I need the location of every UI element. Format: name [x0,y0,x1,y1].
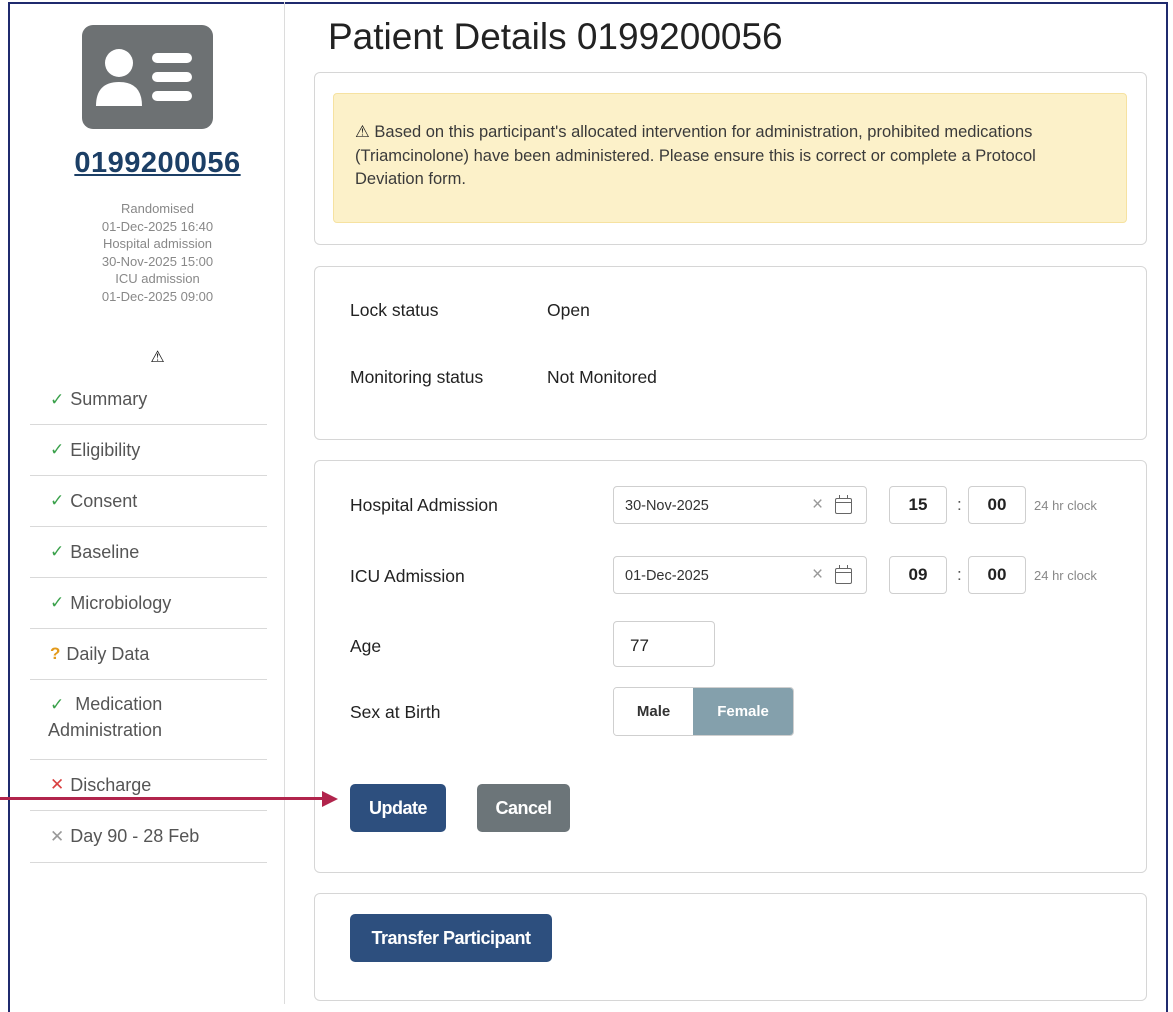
sidebar-item-label: Day 90 - 28 Feb [70,826,200,846]
sidebar-item-medication-administration[interactable]: ✓ Medication Administration [30,680,267,760]
randomised-date: 01-Dec-2025 16:40 [101,218,214,234]
sidebar-item-day-90[interactable]: ✕ Day 90 - 28 Feb [30,811,267,863]
update-button[interactable]: Update [350,784,446,832]
check-icon: ✓ [50,695,65,714]
sidebar-item-eligibility[interactable]: ✓ Eligibility [30,425,267,476]
icu-admission-label: ICU Admission [350,566,465,586]
sex-option-female[interactable]: Female [693,688,793,735]
icu-date-input[interactable]: 01-Dec-2025 × [613,556,867,594]
age-input[interactable]: 77 [613,621,715,667]
annotation-arrow-head [322,791,338,807]
question-icon: ? [50,644,61,663]
hospital-date-input[interactable]: 30-Nov-2025 × [613,486,867,524]
sidebar-item-label: Consent [70,490,138,511]
icu-date-value: 01-Dec-2025 [625,568,709,584]
patient-card-icon [82,25,213,129]
calendar-icon[interactable] [835,565,852,584]
sidebar-item-summary[interactable]: ✓ Summary [30,375,267,425]
time-separator: : [957,495,962,514]
protocol-deviation-alert: ⚠ Based on this participant's allocated … [333,93,1127,223]
sidebar-item-label-line2: Administration [48,720,163,740]
clear-icon[interactable]: × [812,494,823,516]
hospital-admission-label: Hospital admission [102,236,213,251]
participant-meta: Randomised 01-Dec-2025 16:40 Hospital ad… [30,200,285,305]
check-icon: ✓ [50,593,65,612]
sidebar-item-daily-data[interactable]: ? Daily Data [30,629,267,680]
sidebar-item-discharge[interactable]: ✕ Discharge [30,760,267,811]
clock-hint: 24 hr clock [1034,568,1097,583]
annotation-arrow-line [0,797,325,800]
cross-icon: ✕ [50,826,65,846]
icu-admission-label: ICU admission [115,271,200,286]
sidebar-item-label: Microbiology [70,592,172,613]
sidebar-item-baseline[interactable]: ✓ Baseline [30,527,267,578]
cross-icon: ✕ [50,775,65,794]
icu-hour-input[interactable]: 09 [889,556,947,594]
time-separator: : [957,565,962,584]
hospital-minute-input[interactable]: 00 [968,486,1026,524]
sidebar: 0199200056 Randomised 01-Dec-2025 16:40 … [30,2,285,1004]
contact-card-icon [96,49,192,106]
monitoring-status-label: Monitoring status [350,367,484,387]
check-icon: ✓ [50,440,65,459]
clock-hint: 24 hr clock [1034,498,1097,513]
sidebar-item-label: Summary [70,389,148,409]
alert-text: Based on this participant's allocated in… [355,123,1036,188]
sex-at-birth-toggle: Male Female [613,687,794,736]
randomised-label: Randomised [121,201,194,216]
calendar-icon[interactable] [835,495,852,514]
age-label: Age [350,636,382,656]
sidebar-nav: ✓ Summary ✓ Eligibility ✓ Consent ✓ Base… [30,375,267,863]
check-icon: ✓ [50,389,65,409]
cancel-button[interactable]: Cancel [477,784,570,832]
hospital-date-value: 30-Nov-2025 [625,498,709,514]
warning-icon: ⚠ [150,349,165,366]
transfer-participant-button[interactable]: Transfer Participant [350,914,552,962]
warning-icon: ⚠ [355,123,370,141]
lock-status-label: Lock status [350,300,439,320]
sex-option-male[interactable]: Male [614,688,694,735]
sidebar-item-label: Daily Data [66,643,150,664]
icu-admission-date: 01-Dec-2025 09:00 [101,288,214,304]
sidebar-item-label: Medication [75,694,163,714]
hospital-admission-date: 30-Nov-2025 15:00 [101,253,214,269]
sidebar-item-label: Eligibility [70,439,141,460]
participant-id-link[interactable]: 0199200056 [30,147,285,180]
monitoring-status-value: Not Monitored [547,367,657,387]
status-card [314,266,1147,440]
icu-minute-input[interactable]: 00 [968,556,1026,594]
sidebar-item-microbiology[interactable]: ✓ Microbiology [30,578,267,629]
sidebar-item-consent[interactable]: ✓ Consent [30,476,267,527]
page-title: Patient Details 0199200056 [328,16,783,57]
sex-at-birth-label: Sex at Birth [350,702,441,722]
sidebar-item-label: Baseline [70,541,140,562]
lock-status-value: Open [547,300,590,320]
check-icon: ✓ [50,542,65,561]
hospital-admission-label: Hospital Admission [350,495,498,515]
sidebar-item-label: Discharge [70,774,152,795]
clear-icon[interactable]: × [812,564,823,586]
hospital-hour-input[interactable]: 15 [889,486,947,524]
check-icon: ✓ [50,491,65,510]
